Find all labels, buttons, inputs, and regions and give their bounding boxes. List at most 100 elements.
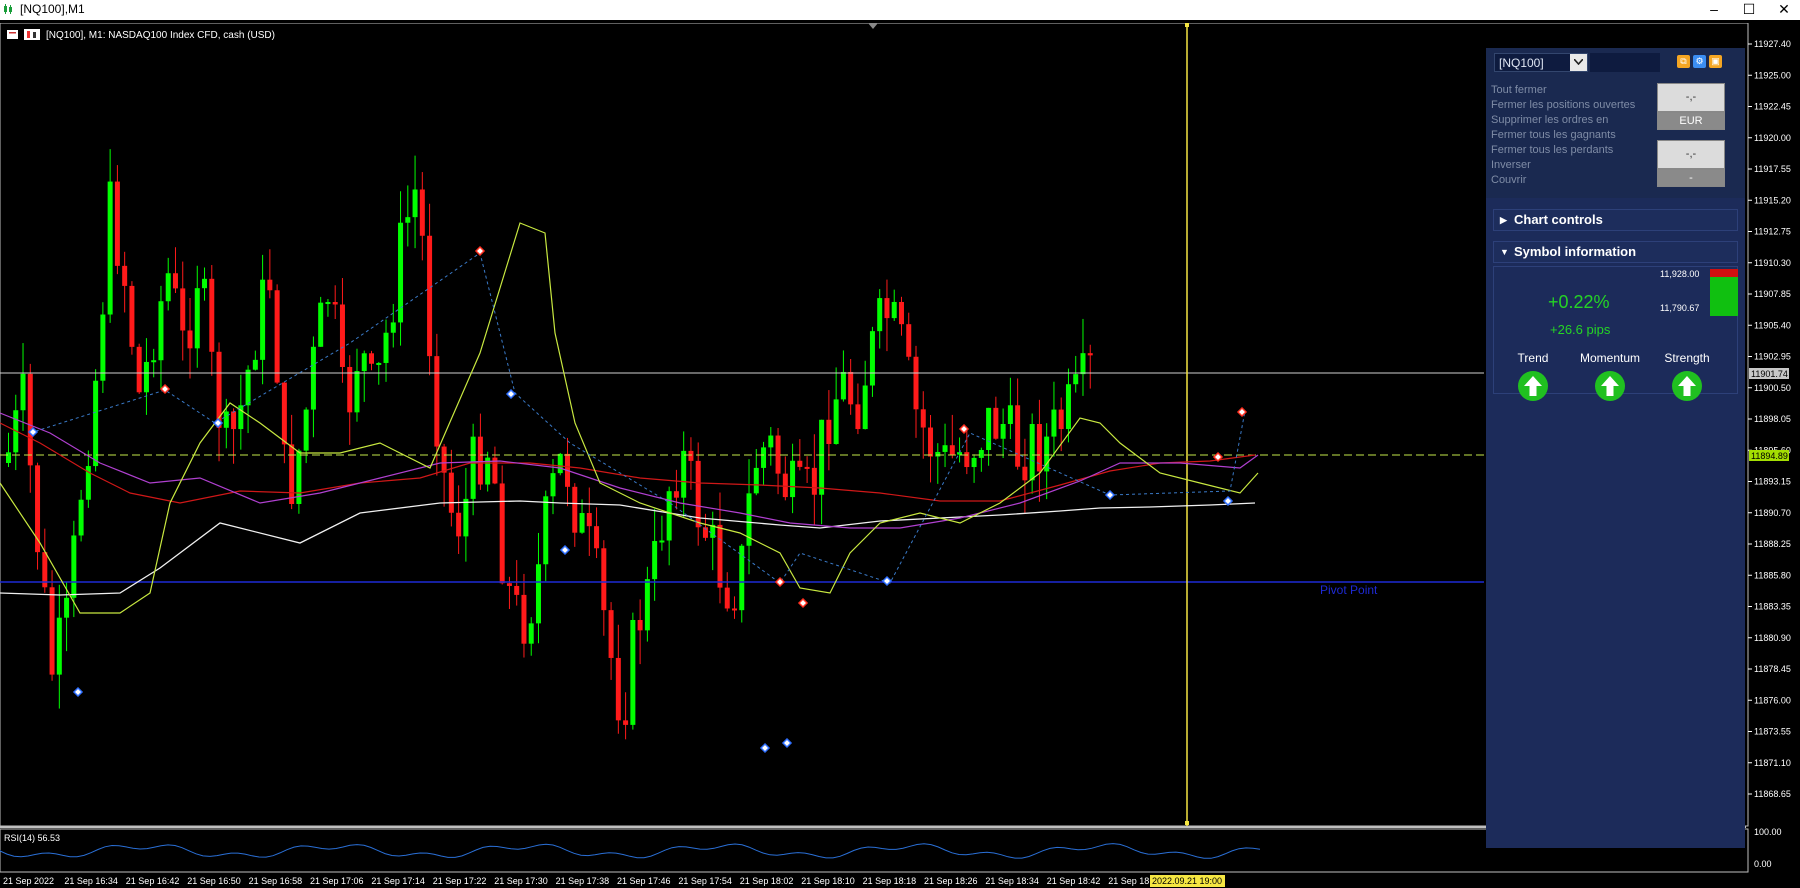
candle-body	[1051, 409, 1057, 437]
fractal-marker	[759, 742, 771, 754]
candle-body	[405, 217, 411, 223]
sell-value-button[interactable]: -,-	[1657, 140, 1725, 169]
price-axis-label: 11917.55	[1754, 164, 1791, 174]
momentum-arrow-up-icon	[1595, 371, 1625, 401]
time-axis-label: 21 Sep 16:34	[64, 876, 118, 886]
candle-body	[78, 499, 84, 536]
ma-white-line	[0, 500, 1256, 596]
chart-type-icon-bar2	[33, 32, 36, 38]
price-axis-label: 11878.45	[1754, 664, 1791, 674]
maximize-button[interactable]: ☐	[1729, 0, 1769, 20]
chart-controls-label: Chart controls	[1514, 212, 1603, 227]
candle-body	[20, 373, 26, 411]
price-axis-label: 11873.55	[1754, 727, 1791, 737]
action-reverse[interactable]: Inverser	[1491, 158, 1531, 172]
action-close-winners[interactable]: Fermer tous les gagnants	[1491, 128, 1616, 142]
price-axis-label: 11880.90	[1754, 633, 1791, 643]
candle-body	[768, 435, 774, 448]
candle-body	[49, 587, 55, 675]
candle-body	[869, 331, 875, 386]
strength-label: Strength	[1664, 351, 1710, 365]
candle-body	[289, 444, 295, 505]
candle-body	[347, 366, 353, 413]
currency-button[interactable]: EUR	[1657, 112, 1725, 130]
candle-body	[412, 189, 418, 218]
candle-body	[180, 288, 186, 331]
candle-body	[586, 513, 592, 527]
candle-body	[172, 273, 178, 289]
candle-body	[753, 467, 759, 494]
candle-body	[93, 380, 99, 467]
candle-body	[64, 597, 70, 618]
candle-body	[594, 526, 600, 549]
window-icon[interactable]: ▣	[1709, 55, 1722, 68]
lot-input[interactable]	[1590, 53, 1660, 72]
copy-icon[interactable]: ⧉	[1677, 55, 1690, 68]
action-hedge[interactable]: Couvrir	[1491, 173, 1526, 187]
candle-body	[964, 452, 970, 468]
time-axis-label: 21 Sep 16:42	[126, 876, 180, 886]
price-axis-label: 11898.05	[1754, 414, 1791, 424]
price-axis-label: 11920.00	[1754, 133, 1791, 143]
candle-body	[971, 457, 977, 468]
candle-body	[303, 409, 309, 451]
candle-body	[623, 720, 629, 725]
candle-body	[376, 362, 382, 365]
price-axis-label: 11868.65	[1754, 789, 1791, 799]
candle-body	[782, 473, 788, 498]
action-close-all[interactable]: Tout fermer	[1491, 83, 1547, 97]
candle-body	[848, 371, 854, 405]
candle-body	[1087, 353, 1093, 356]
action-close-losers[interactable]: Fermer tous les perdants	[1491, 143, 1613, 157]
candle-body	[928, 427, 934, 457]
price-axis-label: 11927.40	[1754, 39, 1791, 49]
buy-value-button[interactable]: -,-	[1657, 83, 1725, 112]
chart-controls-section[interactable]: ▶ Chart controls	[1493, 209, 1738, 231]
candle-body	[267, 279, 273, 291]
price-axis-label: 11876.00	[1754, 695, 1791, 705]
candle-body	[114, 181, 120, 266]
candle-body	[978, 449, 984, 458]
time-axis-label: 21 Sep 2022	[3, 876, 54, 886]
candle-body	[521, 594, 527, 644]
candle-body	[572, 486, 578, 533]
time-axis-label: 21 Sep 18:34	[985, 876, 1039, 886]
action-delete-orders[interactable]: Supprimer les ordres en	[1491, 113, 1608, 127]
close-button[interactable]: ✕	[1764, 0, 1800, 20]
candle-body	[187, 330, 193, 349]
chart-window[interactable]: [NQ100], M1: NASDAQ100 Index CFD, cash (…	[0, 23, 1800, 888]
candle-body	[884, 298, 890, 319]
candle-body	[877, 298, 883, 332]
minimize-button[interactable]: –	[1694, 0, 1734, 20]
candle-body	[826, 419, 832, 445]
price-axis-label: 11871.10	[1754, 758, 1791, 768]
candle-body	[223, 411, 229, 428]
symbol-select-dropdown[interactable]	[1570, 54, 1587, 71]
sell-sub-button[interactable]: -	[1657, 169, 1725, 187]
candle-body	[281, 382, 287, 445]
candle-body	[666, 491, 672, 541]
price-axis-label: 11902.95	[1754, 352, 1791, 362]
chart-type-icon-bar	[27, 31, 30, 38]
candle-body	[151, 360, 157, 363]
candle-body	[535, 564, 541, 624]
candle-body	[942, 445, 948, 452]
time-axis-label: 21 Sep 16:58	[249, 876, 303, 886]
strength-arrow-up-icon	[1672, 371, 1702, 401]
gear-icon[interactable]: ⚙	[1693, 55, 1706, 68]
action-close-open-positions[interactable]: Fermer les positions ouvertes	[1491, 98, 1635, 112]
rsi-line	[0, 843, 1261, 859]
price-axis-label: 11890.70	[1754, 508, 1791, 518]
price-axis-label: 11885.80	[1754, 570, 1791, 580]
price-axis-label: 11907.85	[1754, 289, 1791, 299]
time-axis-label: 21 Sep 18:02	[740, 876, 794, 886]
candle-body	[441, 446, 447, 473]
candle-body	[107, 181, 113, 315]
symbol-information-section[interactable]: ▼ Symbol information	[1493, 241, 1738, 263]
price-axis-label: 11922.45	[1754, 102, 1791, 112]
chart-header: [NQ100], M1: NASDAQ100 Index CFD, cash (…	[46, 30, 275, 41]
candle-body	[637, 620, 643, 631]
candle-body	[644, 579, 650, 631]
chart-list-icon	[7, 30, 18, 39]
candle-body	[833, 399, 839, 445]
